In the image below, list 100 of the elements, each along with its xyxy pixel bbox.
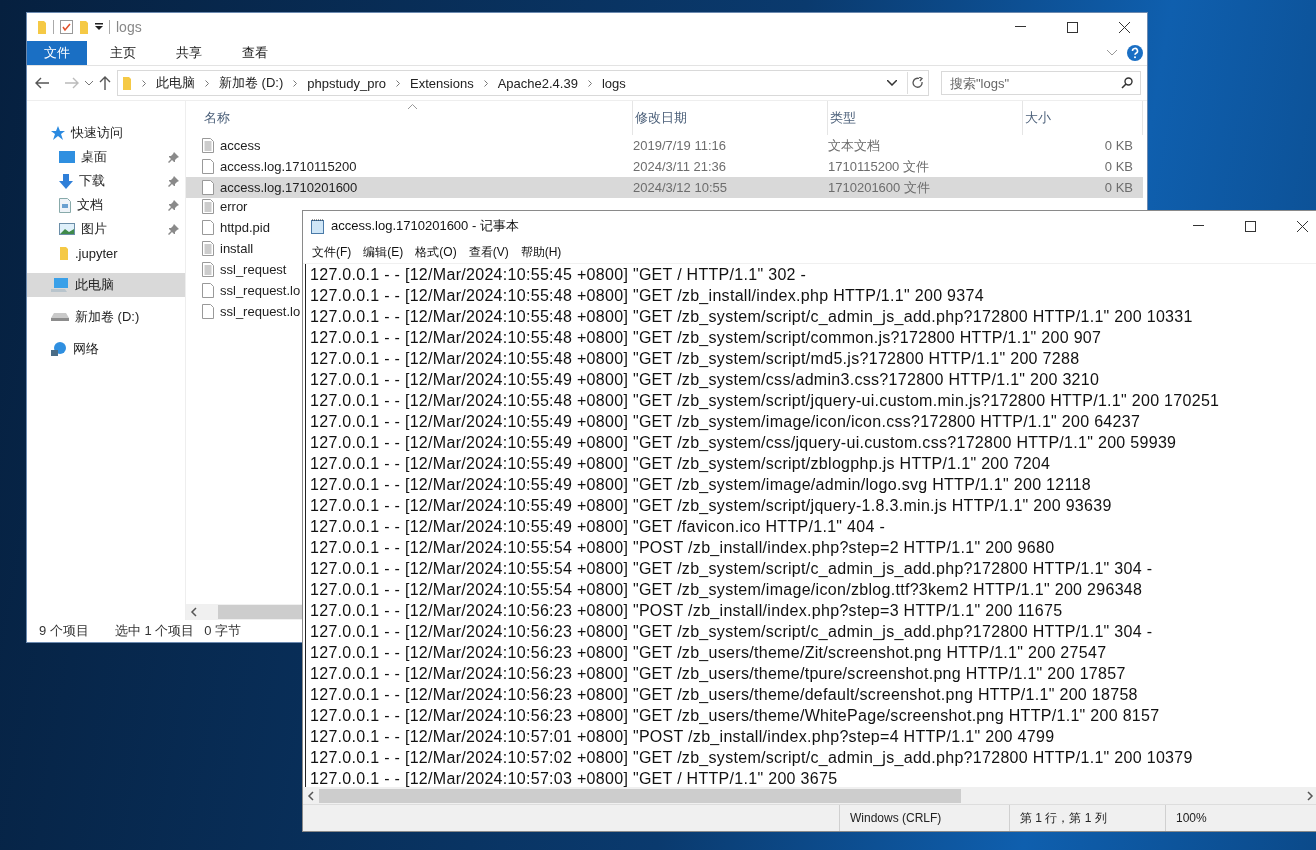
menu-item[interactable]: 查看(V): [463, 243, 514, 261]
pin-icon[interactable]: [168, 223, 179, 235]
column-header[interactable]: 修改日期: [633, 101, 828, 135]
chevron-icon: [205, 79, 209, 87]
dropdown-icon[interactable]: [887, 80, 897, 86]
log-line: 127.0.0.1 - - [12/Mar/2024:10:57:01 +0800] "POST /zb_install/index.php?step=4 HTTP/1.1" 200 4799: [310, 727, 1055, 747]
file-name: access: [220, 138, 261, 153]
date-cell-text: 2019/7/19 11:16: [633, 138, 727, 153]
log-line: 127.0.0.1 - - [12/Mar/2024:10:55:54 +0800] "GET /zb_system/image/icon/zblog.ttf?3kem2 HTTP/1.1" 200 296348: [310, 580, 1143, 600]
menu-item[interactable]: 编辑(E): [358, 243, 409, 261]
log-line: 127.0.0.1 - - [12/Mar/2024:10:56:23 +0800] "POST /zb_install/index.php?step=3 HTTP/1.1" 200 11675: [310, 601, 1063, 621]
file-icon: [202, 219, 214, 235]
type-cell-text: 1710201600 文件: [828, 178, 931, 197]
menu-item[interactable]: 文件(F): [307, 243, 357, 261]
sidebar-item[interactable]: 新加卷 (D:): [27, 305, 185, 329]
maximize-icon[interactable]: [1244, 220, 1256, 232]
pin-icon[interactable]: [168, 175, 179, 187]
desktop-icon: [59, 151, 75, 163]
up-arrow-icon[interactable]: [99, 76, 111, 90]
horizontal-scrollbar[interactable]: [303, 787, 1316, 804]
file-icon: [202, 180, 214, 195]
sidebar-item[interactable]: 文档: [27, 193, 185, 217]
address-bar[interactable]: 此电脑 新加卷 (D:) phpstudy_pro Extensions Apache2.4.39 logs: [117, 70, 929, 96]
breadcrumb-item[interactable]: Apache2.4.39: [497, 75, 578, 91]
horizontal-scrollbar[interactable]: [186, 604, 302, 620]
recent-dropdown-icon[interactable]: [85, 80, 93, 86]
file-name: install: [220, 240, 254, 256]
log-line: 127.0.0.1 - - [12/Mar/2024:10:55:48 +0800] "GET /zb_system/script/jquery-ui.custom.min.js?172800 HTTP/1.1" 200 170251: [310, 391, 1220, 411]
minimize-icon[interactable]: [1192, 225, 1204, 227]
pin-icon[interactable]: [168, 199, 179, 211]
back-arrow-icon[interactable]: [35, 77, 49, 89]
window-title: logs: [116, 19, 142, 35]
log-line: 127.0.0.1 - - [12/Mar/2024:10:55:48 +0800] "GET /zb_system/script/md5.js?172800 HTTP/1.1" 200 7288: [310, 349, 1080, 369]
download-icon: [59, 173, 73, 189]
sidebar-item[interactable]: 网络: [27, 337, 185, 361]
breadcrumb-item[interactable]: Extensions: [410, 75, 474, 91]
file-row[interactable]: ssl_request.lo: [186, 303, 302, 324]
dropdown-icon[interactable]: [95, 23, 103, 31]
star-icon: [51, 126, 65, 140]
file-row[interactable]: access.log.1710201600 2024/3/12 10:55 1710201600 文件 0 KB: [186, 177, 1143, 198]
file-row[interactable]: access 2019/7/19 11:16 文本文档 0 KB: [186, 135, 1143, 156]
log-line: 127.0.0.1 - - [12/Mar/2024:10:55:54 +0800] "POST /zb_install/index.php?step=2 HTTP/1.1" 200 9680: [310, 538, 1055, 558]
file-row[interactable]: ssl_request: [186, 261, 302, 282]
file-row[interactable]: access.log.1710115200 2024/3/11 21:36 1710115200 文件 0 KB: [186, 156, 1143, 177]
menu-item[interactable]: 格式(O): [410, 243, 462, 261]
file-row[interactable]: error: [186, 198, 302, 219]
chevron-icon: [396, 79, 401, 87]
file-row[interactable]: httpd.pid: [186, 219, 302, 240]
close-icon[interactable]: [1118, 21, 1130, 33]
sidebar-item[interactable]: .jupyter: [27, 241, 185, 265]
file-name: ssl_request.lo: [220, 282, 301, 298]
status-text: 第 1 行，第 1 列: [1009, 805, 1165, 831]
log-line: 127.0.0.1 - - [12/Mar/2024:10:55:49 +0800] "GET /favicon.ico HTTP/1.1" 404 -: [310, 517, 886, 537]
close-icon[interactable]: [1296, 220, 1308, 232]
network-icon: [51, 342, 67, 356]
menu-item[interactable]: 帮助(H): [515, 243, 567, 261]
log-line: 127.0.0.1 - - [12/Mar/2024:10:55:49 +0800] "GET /zb_system/image/admin/logo.svg HTTP/1.1" 200 12118: [310, 475, 1091, 495]
maximize-icon[interactable]: [1066, 21, 1078, 33]
ribbon-tab[interactable]: 文件: [27, 41, 87, 65]
ribbon-tab[interactable]: 共享: [159, 41, 219, 65]
file-row[interactable]: install: [186, 240, 302, 261]
breadcrumb-item[interactable]: 此电脑: [156, 74, 195, 92]
pin-icon[interactable]: [168, 151, 179, 163]
breadcrumb-item[interactable]: logs: [601, 75, 626, 91]
file-name: access.log.1710115200: [220, 159, 357, 174]
log-line: 127.0.0.1 - - [12/Mar/2024:10:55:48 +0800] "GET /zb_system/script/c_admin_js_add.php?172800 HTTP/1.1" 200 10331: [310, 307, 1193, 327]
status-text: 100%: [1165, 805, 1316, 831]
sidebar-item[interactable]: 桌面: [27, 145, 185, 169]
file-row[interactable]: ssl_request.lo: [186, 282, 302, 303]
text-file-icon: [202, 138, 214, 153]
minimize-icon[interactable]: [1014, 26, 1026, 28]
log-line: 127.0.0.1 - - [12/Mar/2024:10:56:23 +0800] "GET /zb_system/script/c_admin_js_add.php?172800 HTTP/1.1" 304 -: [310, 622, 1153, 642]
log-line: 127.0.0.1 - - [12/Mar/2024:10:55:48 +0800] "GET /zb_system/script/common.js?172800 HTTP/1.1" 200 907: [310, 328, 1102, 348]
sidebar-item[interactable]: 图片: [27, 217, 185, 241]
sidebar-item[interactable]: 此电脑: [27, 273, 185, 297]
search-field[interactable]: 搜索"logs": [941, 71, 1141, 95]
picture-icon: [59, 223, 75, 235]
sidebar-item[interactable]: 下载: [27, 169, 185, 193]
chevron-icon: [587, 79, 592, 87]
file-icon: [202, 303, 214, 319]
date-cell-text: 2024/3/11 21:36: [633, 159, 727, 174]
column-header[interactable]: 类型: [828, 101, 1023, 135]
notepad-icon: [311, 218, 325, 234]
folder-icon: [122, 75, 132, 91]
search-icon: [1121, 77, 1133, 89]
chevron-icon: [293, 79, 298, 87]
log-line: 127.0.0.1 - - [12/Mar/2024:10:56:23 +0800] "GET /zb_users/theme/Zit/screenshot.png HTTP/1.1" 200 27547: [310, 643, 1107, 663]
breadcrumb-item[interactable]: 新加卷 (D:): [219, 74, 284, 92]
new-folder-icon: [79, 19, 89, 35]
computer-icon: [51, 278, 69, 292]
ribbon-tab[interactable]: 查看: [225, 41, 285, 65]
ribbon-tab[interactable]: 主页: [93, 41, 153, 65]
column-header[interactable]: 名称: [202, 101, 633, 135]
sidebar-item[interactable]: 快速访问: [27, 121, 185, 145]
drive-icon: [51, 313, 69, 321]
log-line: 127.0.0.1 - - [12/Mar/2024:10:55:45 +0800] "GET / HTTP/1.1" 302 -: [310, 265, 807, 285]
breadcrumb-item[interactable]: phpstudy_pro: [307, 75, 387, 91]
column-header[interactable]: 大小: [1023, 101, 1143, 135]
log-line: 127.0.0.1 - - [12/Mar/2024:10:56:23 +0800] "GET /zb_users/theme/WhitePage/screenshot.png HTTP/1.1" 200 8157: [310, 706, 1160, 726]
properties-icon[interactable]: [60, 20, 73, 34]
